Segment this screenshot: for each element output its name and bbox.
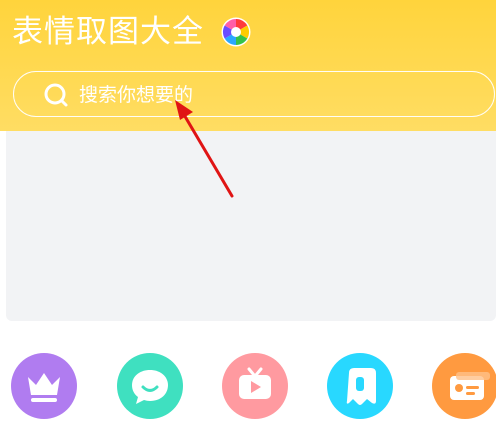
category-crown-button[interactable]: [11, 353, 77, 419]
video-tv-icon: [222, 353, 288, 419]
chat-bubble-icon: [117, 353, 183, 419]
category-sticker-button[interactable]: [327, 353, 393, 419]
search-icon: [44, 83, 68, 107]
sticker-icon: [327, 353, 393, 419]
app-title: 表情取图大全: [12, 14, 204, 50]
pinwheel-logo-icon: [221, 17, 251, 47]
banner-area[interactable]: [6, 131, 496, 321]
category-video-button[interactable]: [222, 353, 288, 419]
category-chat-button[interactable]: [117, 353, 183, 419]
search-input[interactable]: 搜索你想要的: [79, 83, 193, 107]
category-card-button[interactable]: [432, 353, 496, 419]
search-bar[interactable]: 搜索你想要的: [13, 71, 495, 117]
card-icon: [432, 353, 496, 419]
crown-icon: [11, 353, 77, 419]
app-header: 表情取图大全 搜索你想要的: [0, 0, 496, 131]
